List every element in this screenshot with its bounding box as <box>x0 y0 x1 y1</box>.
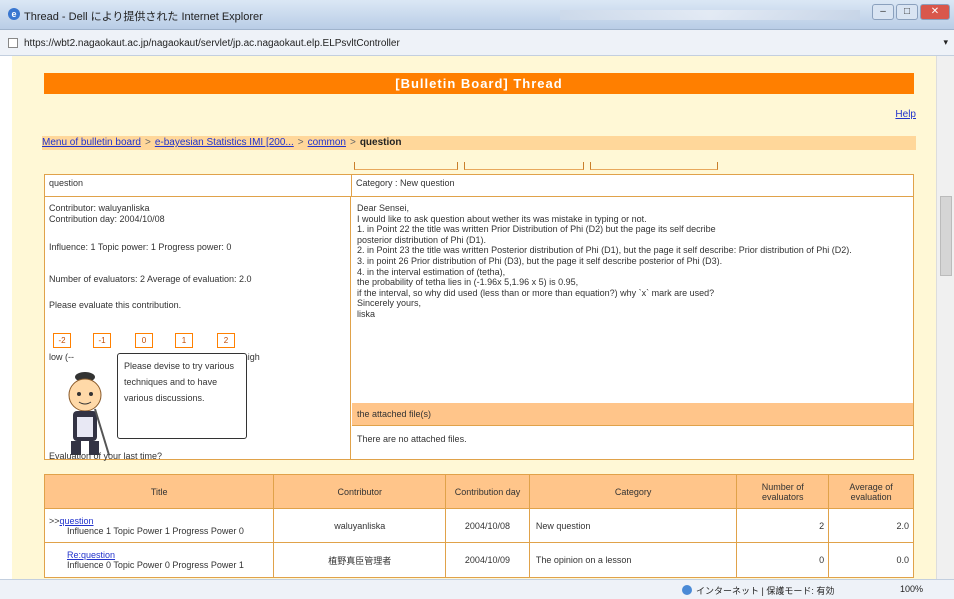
window-controls: – □ ✕ <box>872 4 950 20</box>
body-line: 3. in point 26 Prior distribution of Phi… <box>357 255 723 266</box>
body-line: if the interval, so why did used (less t… <box>357 287 715 298</box>
eval-button-2[interactable]: 2 <box>217 333 235 348</box>
thread-link[interactable]: question <box>60 516 94 526</box>
chevron-down-icon[interactable]: ▾ <box>943 37 948 48</box>
row-day: 2004/10/08 <box>446 509 530 542</box>
col-category[interactable]: Category <box>530 475 738 508</box>
post-body: Dear Sensei, I would like to ask questio… <box>352 197 913 403</box>
breadcrumb: Menu of bulletin board > e-bayesian Statis… <box>42 136 916 150</box>
post-category: Category : New question <box>352 175 913 197</box>
close-button[interactable]: ✕ <box>920 4 950 20</box>
eval-low-label: low (-- <box>49 352 74 362</box>
page-icon <box>8 38 18 48</box>
breadcrumb-common-link[interactable]: common <box>308 137 346 148</box>
globe-icon <box>682 585 692 595</box>
row-day: 2004/10/09 <box>446 543 530 577</box>
post-contributor: Contributor: waluyanliska <box>49 203 150 213</box>
tip-box: Please devise to try various techniques … <box>117 353 247 439</box>
col-average-evaluation[interactable]: Average of evaluation <box>829 475 913 508</box>
row-stats: Influence 1 Topic Power 1 Progress Power… <box>67 525 244 536</box>
row-title-cell: Re:question Influence 0 Topic Power 0 Pr… <box>45 543 275 577</box>
current-marker: >> <box>49 515 60 526</box>
page-title: [Bulletin Board] Thread <box>44 73 914 94</box>
eval-button-minus2[interactable]: -2 <box>53 333 71 348</box>
row-category: The opinion on a lesson <box>530 543 738 577</box>
eval-button-1[interactable]: 1 <box>175 333 193 348</box>
scrollbar-thumb[interactable] <box>940 196 952 276</box>
samurai-mascot-icon <box>68 372 110 456</box>
eval-button-minus1[interactable]: -1 <box>93 333 111 348</box>
eval-button-0[interactable]: 0 <box>135 333 153 348</box>
tab-stub <box>354 162 458 170</box>
help-link[interactable]: Help <box>895 109 916 120</box>
titlebar-decoration <box>560 10 860 20</box>
attached-files-text: There are no attached files. <box>352 425 913 459</box>
row-num-evaluators: 0 <box>737 543 830 577</box>
body-line: Sincerely yours, <box>357 298 422 309</box>
thread-link[interactable]: Re:question <box>67 550 115 560</box>
body-line: 1. in Point 22 the title was written Pri… <box>357 224 716 235</box>
tab-stub <box>590 162 718 170</box>
security-zone: インターネット | 保護モード: 有効 <box>696 586 835 596</box>
row-stats: Influence 0 Topic Power 0 Progress Power… <box>67 560 244 570</box>
body-line: the probability of tetha lies in (-1.96x… <box>357 277 579 288</box>
page-content: [Bulletin Board] Thread Help Menu of bul… <box>12 56 936 579</box>
status-bar: インターネット | 保護モード: 有効 100% <box>0 579 954 599</box>
attached-files-header: the attached file(s) <box>352 403 913 425</box>
col-number-evaluators[interactable]: Number of evaluators <box>737 475 830 508</box>
thread-list: Title Contributor Contribution day Categ… <box>44 474 914 578</box>
thread-list-header: Title Contributor Contribution day Categ… <box>45 475 913 509</box>
window-titlebar: e Thread - Dell により提供された Internet Explor… <box>0 0 954 30</box>
evaluate-prompt: Please evaluate this contribution. <box>49 300 182 310</box>
row-avg-evaluation: 0.0 <box>896 555 909 565</box>
vertical-scrollbar[interactable] <box>936 56 954 579</box>
col-contributor[interactable]: Contributor <box>274 475 447 508</box>
row-avg-evaluation: 2.0 <box>896 520 909 531</box>
row-contributor: waluyanliska <box>274 509 447 542</box>
body-line: Dear Sensei, <box>357 203 410 213</box>
url-field[interactable]: https://wbt2.nagaokaut.ac.jp/nagaokaut/s… <box>24 38 400 49</box>
table-row: Re:question Influence 0 Topic Power 0 Pr… <box>45 543 913 577</box>
tab-stub <box>464 162 584 170</box>
address-bar: https://wbt2.nagaokaut.ac.jp/nagaokaut/s… <box>0 30 954 56</box>
row-title-cell: >>question Influence 1 Topic Power 1 Pro… <box>45 509 275 542</box>
last-evaluation-label: Evaluation of your last time? <box>49 451 163 461</box>
post-evaluators: Number of evaluators: 2 Average of evalu… <box>49 274 252 284</box>
zoom-level[interactable]: 100% <box>900 584 923 594</box>
breadcrumb-separator: > <box>349 137 356 148</box>
row-num-evaluators: 2 <box>737 509 830 542</box>
row-contributor: 植野真臣管理者 <box>274 543 447 577</box>
breadcrumb-menu-link[interactable]: Menu of bulletin board <box>42 137 141 148</box>
body-line: I would like to ask question about wethe… <box>357 213 647 224</box>
window-title: Thread - Dell により提供された Internet Explorer <box>24 11 263 23</box>
body-line: liska <box>357 308 376 319</box>
body-line: posterior distribution of Phi (D1). <box>357 234 487 245</box>
post-panel: question Category : New question Contrib… <box>44 174 914 461</box>
breadcrumb-current: question <box>359 137 402 148</box>
col-title[interactable]: Title <box>45 475 275 508</box>
post-info: Contributor: waluyanliska Contribution d… <box>45 197 351 461</box>
table-row: >>question Influence 1 Topic Power 1 Pro… <box>45 509 913 543</box>
breadcrumb-separator: > <box>144 137 151 148</box>
post-influence: Influence: 1 Topic power: 1 Progress pow… <box>49 242 232 252</box>
body-line: 2. in Point 23 the title was written Pos… <box>357 245 852 256</box>
breadcrumb-course-link[interactable]: e-bayesian Statistics IMI [200... <box>155 137 294 148</box>
breadcrumb-separator: > <box>297 137 304 148</box>
post-title: question <box>45 175 352 197</box>
row-category: New question <box>530 509 738 542</box>
ie-icon: e <box>8 8 20 20</box>
post-day: Contribution day: 2004/10/08 <box>49 214 165 224</box>
body-line: 4. in the interval estimation of (tetha)… <box>357 266 506 277</box>
minimize-button[interactable]: – <box>872 4 894 20</box>
col-day[interactable]: Contribution day <box>446 475 530 508</box>
maximize-button[interactable]: □ <box>896 4 918 20</box>
